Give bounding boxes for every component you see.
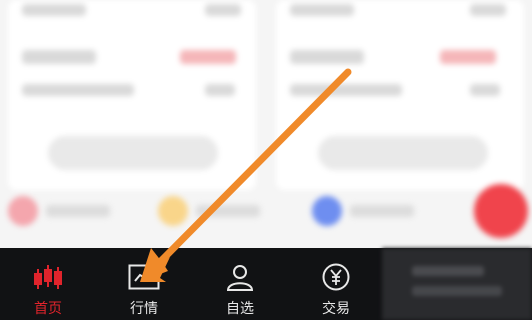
candlestick-icon (31, 260, 65, 294)
placeholder-text (22, 84, 134, 96)
placeholder-text (470, 4, 506, 16)
tab-trade[interactable]: 交易 (288, 248, 384, 320)
placeholder-button (318, 136, 488, 170)
floating-action-button (474, 184, 528, 238)
placeholder-chip (312, 196, 414, 226)
user-icon (223, 260, 257, 294)
placeholder-text (22, 4, 86, 16)
placeholder-text (290, 50, 364, 64)
tab-home[interactable]: 首页 (0, 248, 96, 320)
placeholder-chip (8, 196, 110, 226)
blurred-layer (0, 0, 532, 248)
placeholder-text (290, 4, 354, 16)
tab-label: 行情 (130, 301, 158, 317)
line-chart-icon (127, 260, 161, 294)
tab-label: 自选 (226, 301, 254, 317)
blurred-content-area (0, 0, 532, 248)
tab-label: 交易 (322, 301, 350, 317)
yuan-coin-icon (319, 260, 353, 294)
tab-market[interactable]: 行情 (96, 248, 192, 320)
placeholder-text (205, 4, 241, 16)
tab-label: 首页 (34, 301, 62, 317)
bottom-tab-bar: 首页 行情 自选 交易 (0, 248, 532, 320)
tab-watchlist[interactable]: 自选 (192, 248, 288, 320)
placeholder-value (180, 50, 236, 64)
placeholder-text (290, 84, 402, 96)
placeholder-text (470, 84, 500, 96)
placeholder-button (48, 136, 218, 170)
placeholder-text (22, 50, 96, 64)
placeholder-chip (158, 196, 260, 226)
placeholder-value (440, 50, 496, 64)
blurred-region (382, 248, 532, 320)
placeholder-text (205, 84, 235, 96)
